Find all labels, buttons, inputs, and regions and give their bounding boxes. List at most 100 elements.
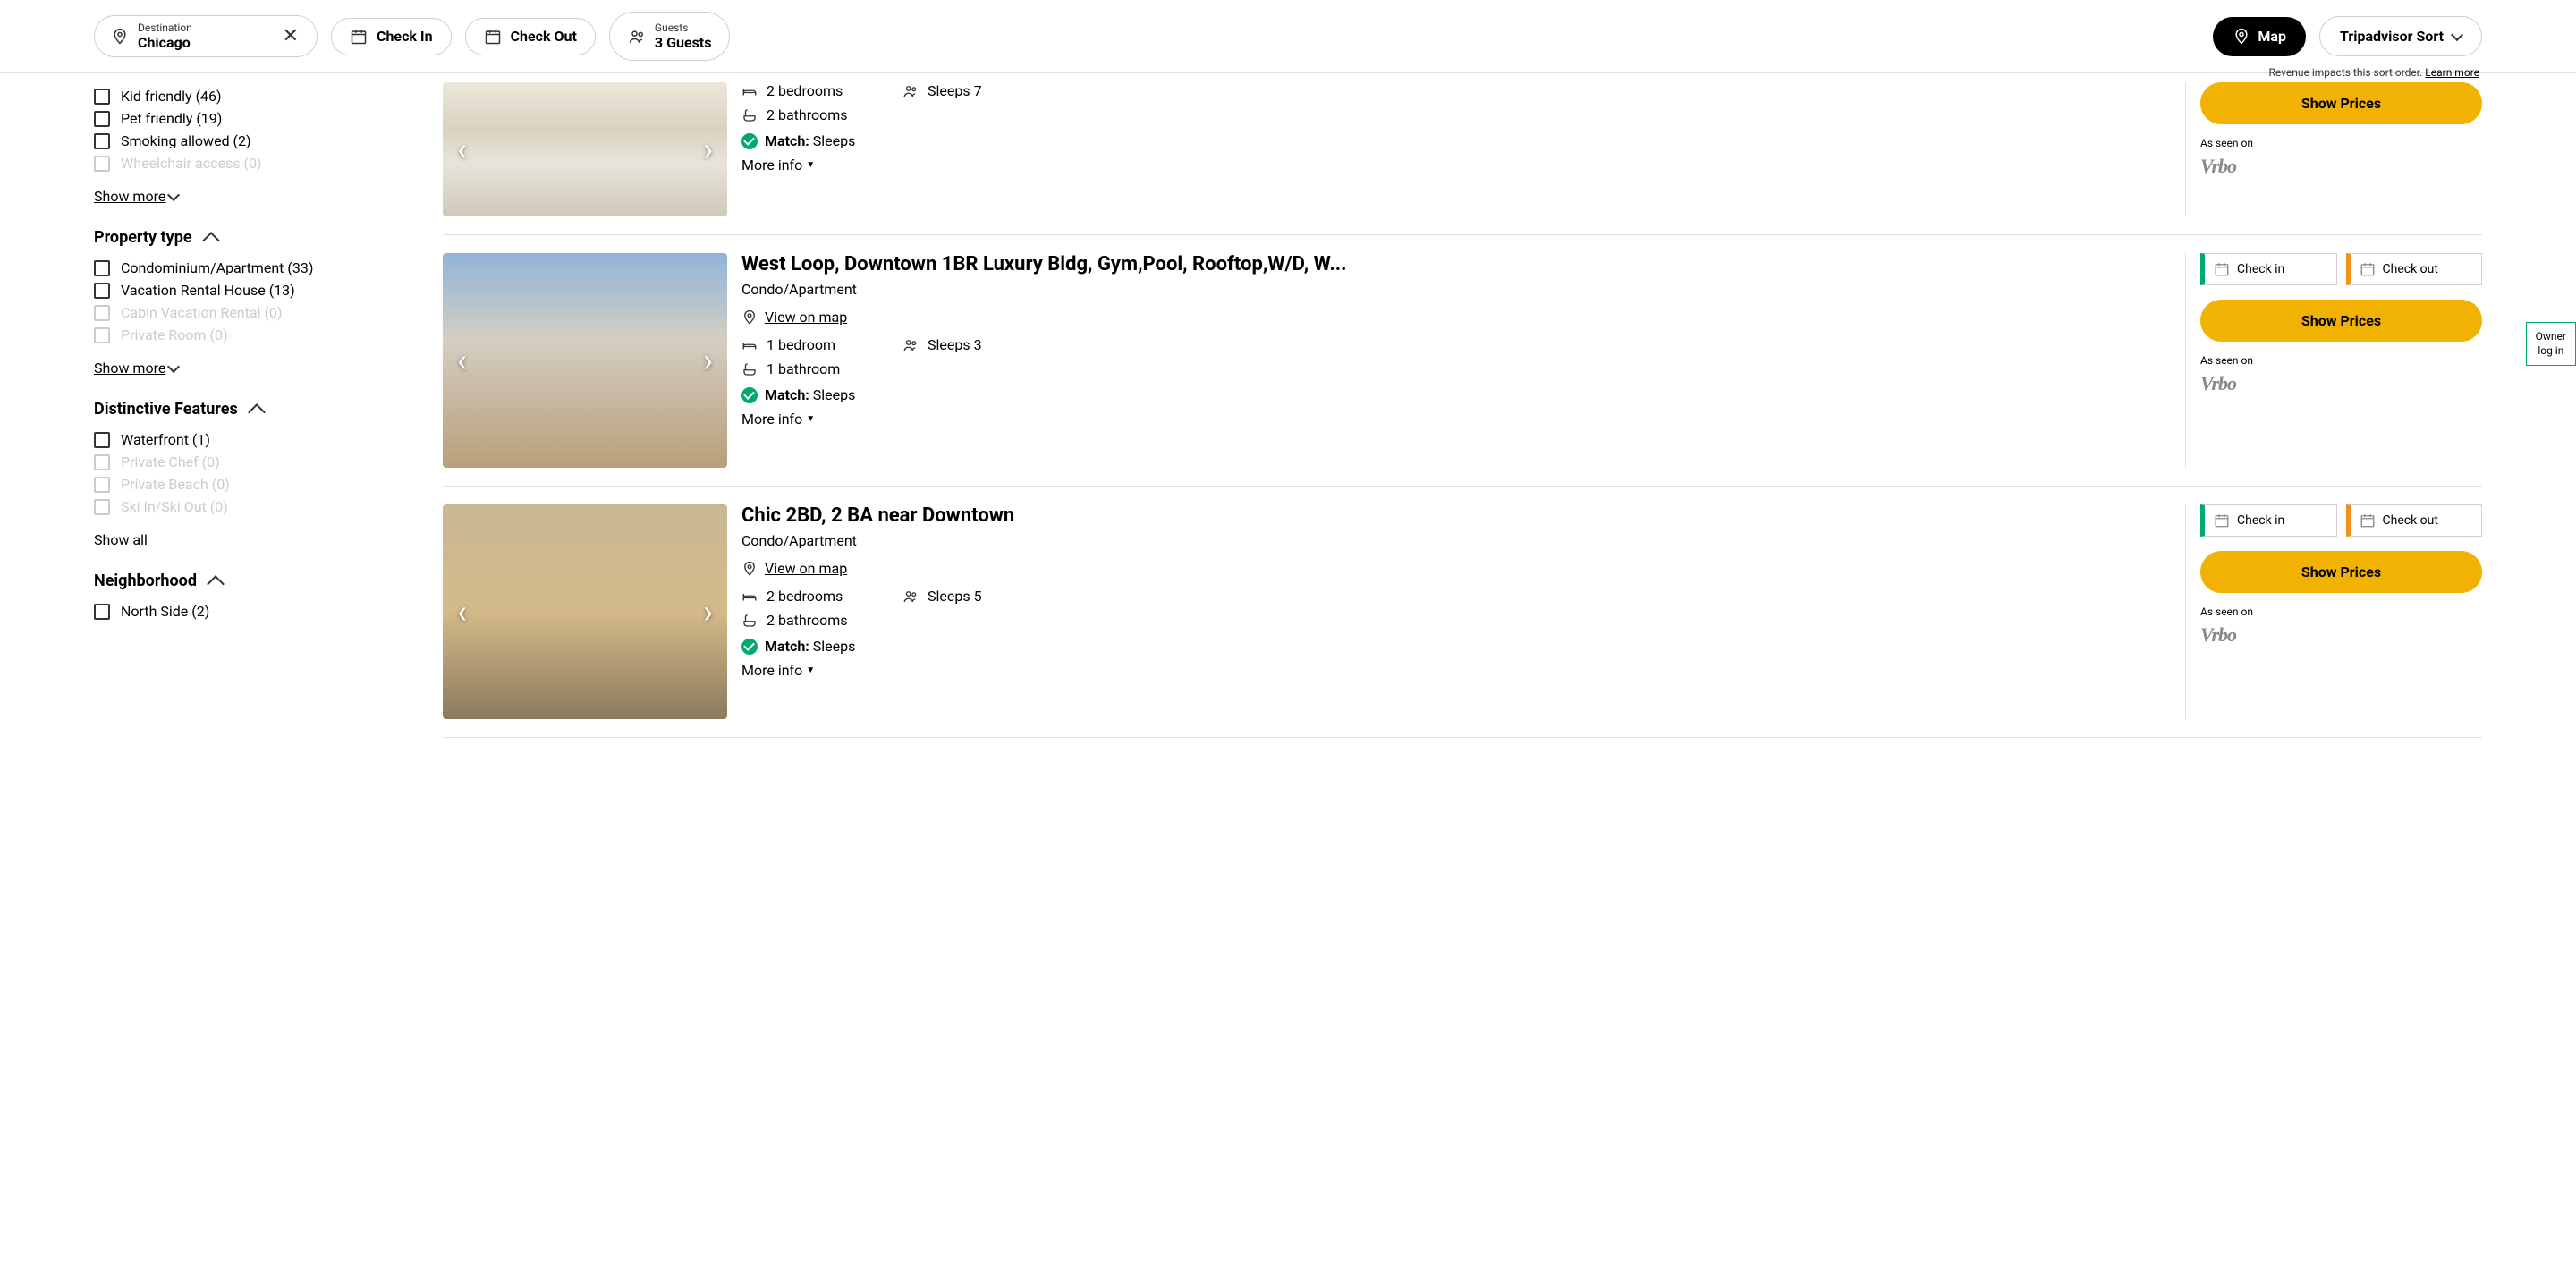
filter-checkbox[interactable]: Kid friendly (46) <box>94 88 371 105</box>
filter-head-property-type[interactable]: Property type <box>94 228 371 247</box>
bedrooms-stat: 2 bedrooms <box>741 588 902 605</box>
show-prices-button[interactable]: Show Prices <box>2200 551 2482 593</box>
show-prices-button[interactable]: Show Prices <box>2200 82 2482 124</box>
filter-head-distinctive[interactable]: Distinctive Features <box>94 400 371 419</box>
checkbox-label: Kid friendly (46) <box>121 88 222 105</box>
prev-photo-arrow[interactable]: ‹ <box>448 122 476 177</box>
filter-checkbox[interactable]: Condominium/Apartment (33) <box>94 259 371 276</box>
listing-type: Condo/Apartment <box>741 281 2171 298</box>
listing-photo[interactable]: ‹ › <box>443 504 727 719</box>
match-row: Match: Sleeps <box>741 386 2171 403</box>
sort-button-label: Tripadvisor Sort <box>2340 28 2444 45</box>
listing-info: West Loop, Downtown 1BR Luxury Bldg, Gym… <box>741 253 2186 468</box>
view-on-map-link[interactable]: View on map <box>741 560 2171 577</box>
match-row: Match: Sleeps <box>741 132 2171 149</box>
check-out-pill[interactable]: Check Out <box>465 18 596 55</box>
guests-value: 3 Guests <box>655 34 712 51</box>
check-in-field[interactable]: Check in <box>2200 504 2337 537</box>
listing-photo[interactable]: ‹ › <box>443 82 727 216</box>
more-info-toggle[interactable]: More info ▼ <box>741 411 2171 428</box>
check-circle-icon <box>741 387 758 403</box>
prev-photo-arrow[interactable]: ‹ <box>448 584 476 639</box>
listing-booking: Check in Check out Show Prices As seen on… <box>2200 253 2482 468</box>
clear-destination-icon[interactable]: ✕ <box>283 25 299 47</box>
listing-title[interactable]: West Loop, Downtown 1BR Luxury Bldg, Gym… <box>741 253 2171 275</box>
check-circle-icon <box>741 133 758 149</box>
check-out-field[interactable]: Check out <box>2346 253 2483 285</box>
filter-checkbox[interactable]: Waterfront (1) <box>94 431 371 448</box>
checkbox-icon <box>94 133 110 149</box>
chevron-down-icon <box>167 188 180 200</box>
search-bar: Destination Chicago ✕ Check In Check Out… <box>0 0 2576 73</box>
as-seen-label: As seen on <box>2200 137 2482 149</box>
chevron-up-icon <box>207 575 225 593</box>
listing-title[interactable]: Chic 2BD, 2 BA near Downtown <box>741 504 2171 527</box>
vrbo-logo: Vrbo <box>2200 155 2482 178</box>
checkbox-label: North Side (2) <box>121 603 209 620</box>
calendar-icon <box>350 28 368 46</box>
learn-more-link[interactable]: Learn more <box>2425 66 2479 79</box>
checkbox-icon <box>94 89 110 105</box>
checkbox-icon <box>94 260 110 276</box>
next-photo-arrow[interactable]: › <box>694 333 722 388</box>
owner-login-tab[interactable]: Ownerlog in <box>2526 322 2576 366</box>
check-in-field[interactable]: Check in <box>2200 253 2337 285</box>
destination-value: Chicago <box>138 34 274 51</box>
view-on-map-link[interactable]: View on map <box>741 309 2171 326</box>
show-more-property[interactable]: Show more <box>94 360 178 377</box>
check-out-field[interactable]: Check out <box>2346 504 2483 537</box>
show-prices-button[interactable]: Show Prices <box>2200 300 2482 342</box>
next-photo-arrow[interactable]: › <box>694 584 722 639</box>
chevron-up-icon <box>202 232 220 250</box>
listing-card: ‹ › 2 bedrooms Sleeps 7 2 bathrooms Matc… <box>443 82 2482 235</box>
filter-checkbox[interactable]: Vacation Rental House (13) <box>94 282 371 299</box>
map-button[interactable]: Map <box>2213 17 2306 56</box>
guests-pill[interactable]: Guests 3 Guests <box>609 12 731 61</box>
destination-label: Destination <box>138 21 274 34</box>
next-photo-arrow[interactable]: › <box>694 122 722 177</box>
bedrooms-stat: 2 bedrooms <box>741 82 902 99</box>
checkbox-icon <box>94 111 110 127</box>
filters-sidebar: Kid friendly (46) Pet friendly (19) Smokin… <box>94 82 371 738</box>
filter-checkbox[interactable]: Smoking allowed (2) <box>94 132 371 149</box>
as-seen-label: As seen on <box>2200 354 2482 367</box>
filter-head-neighborhood[interactable]: Neighborhood <box>94 572 371 590</box>
guests-label: Guests <box>655 21 712 34</box>
pin-icon <box>111 28 129 46</box>
chevron-down-icon <box>167 360 180 372</box>
listing-info: 2 bedrooms Sleeps 7 2 bathrooms Match: S… <box>741 82 2186 216</box>
sleeps-stat: Sleeps 7 <box>902 82 2171 99</box>
listing-booking: Show Prices As seen on Vrbo <box>2200 82 2482 216</box>
check-in-pill[interactable]: Check In <box>331 18 452 55</box>
listing-photo[interactable]: ‹ › <box>443 253 727 468</box>
bathrooms-stat: 2 bathrooms <box>741 612 902 629</box>
filter-checkbox: Private Beach (0) <box>94 476 371 493</box>
checkbox-label: Private Chef (0) <box>121 453 220 470</box>
checkbox-icon <box>94 454 110 470</box>
checkbox-label: Condominium/Apartment (33) <box>121 259 313 276</box>
listing-card: ‹ › West Loop, Downtown 1BR Luxury Bldg,… <box>443 235 2482 487</box>
filter-checkbox[interactable]: North Side (2) <box>94 603 371 620</box>
checkbox-icon <box>94 283 110 299</box>
destination-pill[interactable]: Destination Chicago ✕ <box>94 15 318 57</box>
prev-photo-arrow[interactable]: ‹ <box>448 333 476 388</box>
filter-checkbox[interactable]: Pet friendly (19) <box>94 110 371 127</box>
results-list: ‹ › 2 bedrooms Sleeps 7 2 bathrooms Matc… <box>443 82 2482 738</box>
bedrooms-stat: 1 bedroom <box>741 336 902 353</box>
checkbox-label: Vacation Rental House (13) <box>121 282 295 299</box>
vrbo-logo: Vrbo <box>2200 623 2482 647</box>
more-info-toggle[interactable]: More info ▼ <box>741 662 2171 679</box>
checkbox-label: Waterfront (1) <box>121 431 210 448</box>
show-all-distinctive[interactable]: Show all <box>94 531 148 548</box>
filter-checkbox: Private Room (0) <box>94 326 371 343</box>
more-info-toggle[interactable]: More info ▼ <box>741 157 2171 174</box>
sort-button[interactable]: Tripadvisor Sort <box>2319 16 2482 56</box>
checkbox-label: Private Room (0) <box>121 326 228 343</box>
checkbox-label: Ski In/Ski Out (0) <box>121 498 228 515</box>
show-more-suitability[interactable]: Show more <box>94 188 178 205</box>
checkbox-icon <box>94 327 110 343</box>
checkbox-icon <box>94 477 110 493</box>
checkbox-label: Smoking allowed (2) <box>121 132 251 149</box>
map-button-label: Map <box>2258 28 2286 45</box>
checkbox-icon <box>94 604 110 620</box>
